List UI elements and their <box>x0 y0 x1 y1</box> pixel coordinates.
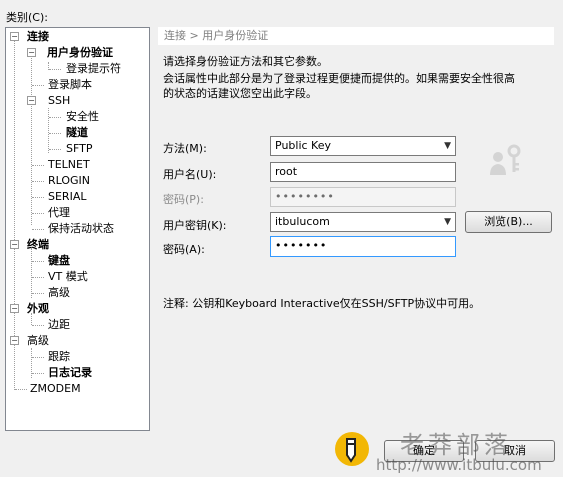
tree-expand-icon[interactable]: − <box>10 304 19 313</box>
panel-description-line2: 会话属性中此部分是为了登录过程更便捷而提供的。如果需要安全性很高 <box>163 72 515 85</box>
chevron-down-icon: ▼ <box>444 141 451 151</box>
tree-node-proxy[interactable]: 代理 <box>48 206 70 220</box>
password-input[interactable]: •••••••• <box>270 187 456 207</box>
tree-node-zmodem[interactable]: ZMODEM <box>30 382 81 396</box>
panel-breadcrumb: 连接 > 用户身份验证 <box>158 27 554 45</box>
tree-node-keyboard[interactable]: 键盘 <box>48 254 70 268</box>
watermark-title: 老莽部落 <box>400 431 512 459</box>
tree-node-margins[interactable]: 边距 <box>48 318 70 332</box>
category-label: 类别(C): <box>6 11 48 24</box>
tree-expand-icon[interactable]: − <box>27 48 36 57</box>
tree-expand-icon[interactable]: − <box>10 336 19 345</box>
tree-node-login-prompts[interactable]: 登录提示符 <box>66 62 121 76</box>
panel-description: 请选择身份验证方法和其它参数。 <box>163 55 328 68</box>
chevron-down-icon: ▼ <box>444 217 451 227</box>
password-label: 密码(P): <box>163 193 204 206</box>
tree-node-security[interactable]: 安全性 <box>66 110 99 124</box>
user-key-value: itbulucom <box>275 215 330 228</box>
user-key-label: 用户密钥(K): <box>163 219 227 232</box>
key-user-icon <box>488 143 524 179</box>
username-label: 用户名(U): <box>163 168 217 181</box>
tree-node-trace[interactable]: 跟踪 <box>48 350 70 364</box>
username-input[interactable]: root <box>270 162 456 182</box>
passphrase-input[interactable]: ••••••• <box>270 236 456 257</box>
passphrase-label: 密码(A): <box>163 243 205 256</box>
tree-node-serial[interactable]: SERIAL <box>48 190 86 204</box>
tree-expand-icon[interactable]: − <box>27 96 36 105</box>
method-select[interactable]: Public Key ▼ <box>270 136 456 156</box>
tree-expand-icon[interactable]: − <box>10 32 19 41</box>
tree-node-telnet[interactable]: TELNET <box>48 158 90 172</box>
browse-button[interactable]: 浏览(B)... <box>465 211 552 233</box>
user-key-select[interactable]: itbulucom ▼ <box>270 212 456 232</box>
method-value: Public Key <box>275 139 331 152</box>
panel-description-line3: 的状态的话建议您空出此字段。 <box>163 87 317 100</box>
tree-node-keep-alive[interactable]: 保持活动状态 <box>48 222 114 236</box>
note-text: 注释: 公钥和Keyboard Interactive仅在SSH/SFTP协议中… <box>163 297 481 310</box>
tree-node-login-script[interactable]: 登录脚本 <box>48 78 92 92</box>
tree-node-ssh[interactable]: SSH <box>48 94 70 108</box>
tree-node-logging[interactable]: 日志记录 <box>48 366 92 380</box>
tree-node-advanced[interactable]: 高级 <box>27 334 49 348</box>
tree-node-terminal-advanced[interactable]: 高级 <box>48 286 70 300</box>
tree-node-appearance[interactable]: 外观 <box>27 302 49 316</box>
tree-expand-icon[interactable]: − <box>10 240 19 249</box>
tree-node-rlogin[interactable]: RLOGIN <box>48 174 90 188</box>
tree-node-authentication[interactable]: 用户身份验证 <box>47 46 113 60</box>
tree-node-vt-mode[interactable]: VT 模式 <box>48 270 88 284</box>
tree-node-terminal[interactable]: 终端 <box>27 238 49 252</box>
category-tree[interactable]: − 连接 − 用户身份验证 登录提示符 登录脚本 − SSH 安全性 隧道 SF… <box>5 27 150 431</box>
tree-node-tunnel[interactable]: 隧道 <box>66 126 88 140</box>
tree-node-sftp[interactable]: SFTP <box>66 142 92 156</box>
watermark-url: http://www.itbulu.com <box>376 456 542 474</box>
method-label: 方法(M): <box>163 142 207 155</box>
pencil-logo-icon <box>334 431 370 467</box>
tree-node-connection[interactable]: 连接 <box>27 30 49 44</box>
